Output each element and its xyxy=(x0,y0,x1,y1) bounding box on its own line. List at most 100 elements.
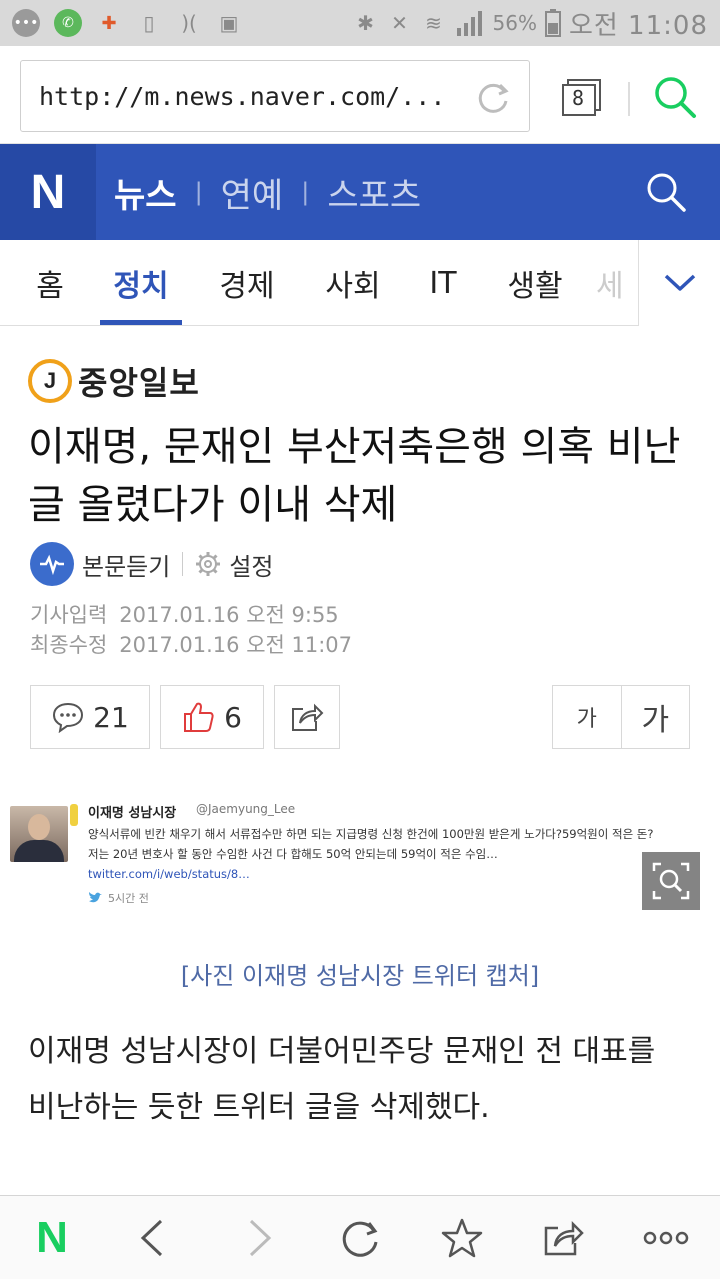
app-notification-icon: ✆ xyxy=(54,9,82,37)
tweet-text: 양식서류에 빈칸 채우기 해서 서류접수만 하면 되는 지급명령 신청 한건에 … xyxy=(88,824,660,884)
tweet-handle: @Jaemyung_Lee xyxy=(196,802,296,816)
settings-button[interactable]: 설정 xyxy=(229,547,273,582)
modified-date: 최종수정 2017.01.16 오전 11:07 xyxy=(30,630,352,660)
browser-toolbar: http://m.news.naver.com/... 8 xyxy=(0,46,720,144)
comment-button[interactable]: 21 xyxy=(30,685,150,749)
press-logo[interactable]: J 중앙일보 xyxy=(28,358,200,404)
chevron-left-icon xyxy=(140,1219,163,1257)
twitter-bird-icon xyxy=(89,892,102,903)
published-label: 기사입력 xyxy=(30,603,108,627)
gear-icon[interactable] xyxy=(195,551,221,577)
bluetooth-icon: ✱ xyxy=(357,11,374,35)
service-divider: | xyxy=(301,178,310,206)
status-bar: ••• ✆ ✚ ▯ )( ▣ ✱ ✕ ≋ 56% 오전 11:08 xyxy=(0,0,720,46)
tweet-avatar xyxy=(10,806,68,862)
bookmark-button[interactable] xyxy=(438,1214,486,1262)
service-entertainment[interactable]: 연예 xyxy=(221,168,284,217)
signal-icon xyxy=(456,11,482,36)
tools-divider xyxy=(182,552,184,576)
tab-politics[interactable]: 정치 xyxy=(100,240,182,326)
toolbar-divider xyxy=(628,82,630,116)
tweet-author: 이재명 성남시장 xyxy=(88,806,177,821)
article-dates: 기사입력 2017.01.16 오전 9:55 최종수정 2017.01.16 오전… xyxy=(30,600,352,660)
image-zoom-button[interactable] xyxy=(642,852,700,910)
refresh-icon xyxy=(342,1221,378,1257)
chevron-right-icon xyxy=(249,1219,272,1257)
thumbs-up-icon xyxy=(184,702,214,732)
font-smaller-button[interactable]: 가 xyxy=(553,686,622,748)
naver-home-button[interactable]: N xyxy=(28,1213,76,1262)
nfc-icon: )( xyxy=(181,11,197,35)
like-button[interactable]: 6 xyxy=(160,685,264,749)
tweet-text-body: 양식서류에 빈칸 채우기 해서 서류접수만 하면 되는 지급명령 신청 한건에 … xyxy=(88,827,654,861)
service-news[interactable]: 뉴스 xyxy=(114,168,177,217)
naver-header: N 뉴스 | 연예 | 스포츠 xyxy=(0,144,720,240)
service-divider: | xyxy=(194,178,203,206)
article-body-paragraph: 이재명 성남시장이 더불어민주당 문재인 전 대표를 비난하는 듯한 트위터 글… xyxy=(28,1034,656,1125)
comment-icon xyxy=(53,702,84,733)
font-larger-button[interactable]: 가 xyxy=(622,686,690,748)
modified-value: 2017.01.16 오전 11:07 xyxy=(119,633,353,657)
back-button[interactable] xyxy=(128,1214,176,1262)
listen-button[interactable]: 본문듣기 xyxy=(82,547,170,582)
article-actions: 21 6 가 가 xyxy=(30,685,690,749)
url-text[interactable]: http://m.news.naver.com/... xyxy=(39,82,459,111)
tab-it[interactable]: IT xyxy=(412,240,474,326)
article-tools: 본문듣기 설정 xyxy=(30,540,274,588)
star-icon xyxy=(441,1218,483,1258)
published-value: 2017.01.16 오전 9:55 xyxy=(119,603,339,627)
share-page-icon xyxy=(544,1220,584,1256)
tweet-time-row: 5시간 전 xyxy=(88,890,149,906)
tweet-time: 5시간 전 xyxy=(108,892,149,905)
message-notification-icon: ••• xyxy=(12,9,40,37)
published-date: 기사입력 2017.01.16 오전 9:55 xyxy=(30,600,352,630)
tab-society[interactable]: 사회 xyxy=(312,240,394,326)
sim-icon: ▯ xyxy=(143,11,155,35)
share-page-button[interactable] xyxy=(540,1214,588,1262)
tab-world-partial[interactable]: 세 xyxy=(596,240,638,326)
more-categories-button[interactable] xyxy=(638,240,720,326)
game-notification-icon: ✚ xyxy=(101,12,117,34)
press-badge: J xyxy=(28,359,72,403)
article-headline: 이재명, 문재인 부산저축은행 의혹 비난글 올렸다가 이내 삭제 xyxy=(28,424,681,528)
comment-count: 21 xyxy=(93,700,129,734)
like-count: 6 xyxy=(224,700,242,734)
service-sports[interactable]: 스포츠 xyxy=(327,168,421,217)
tweet-link: twitter.com/i/web/status/8… xyxy=(88,867,250,881)
header-search-icon[interactable] xyxy=(644,170,688,214)
browser-bottom-bar: N xyxy=(0,1195,720,1279)
forward-button[interactable] xyxy=(236,1214,284,1262)
naver-logo-button[interactable]: N xyxy=(0,144,96,240)
zoom-icon xyxy=(652,862,690,900)
tabs-button[interactable]: 8 xyxy=(560,78,604,118)
category-tabs: 홈 정치 경제 사회 IT 생활 세 xyxy=(0,240,720,326)
share-button[interactable] xyxy=(274,685,340,749)
article-image-tweet[interactable]: 이재명 성남시장 @Jaemyung_Lee 양식서류에 빈칸 채우기 해서 서… xyxy=(0,796,720,926)
active-tab-indicator xyxy=(100,320,182,325)
tab-count: 8 xyxy=(572,86,585,110)
wifi-icon: ≋ xyxy=(425,11,442,35)
reload-icon[interactable] xyxy=(473,77,513,117)
service-nav: 뉴스 | 연예 | 스포츠 xyxy=(114,144,421,240)
press-name: 중앙일보 xyxy=(78,364,200,402)
battery-icon xyxy=(544,9,561,37)
chevron-down-icon xyxy=(664,274,695,291)
tab-life[interactable]: 생활 xyxy=(494,240,576,326)
image-icon: ▣ xyxy=(219,11,239,35)
share-icon xyxy=(292,703,324,731)
font-size-controls: 가 가 xyxy=(552,685,690,749)
image-caption: [사진 이재명 성남시장 트위터 캡처] xyxy=(180,962,540,990)
listen-icon[interactable] xyxy=(30,542,74,586)
tab-home[interactable]: 홈 xyxy=(22,240,78,326)
naver-home-icon: N xyxy=(36,1213,68,1262)
refresh-button[interactable] xyxy=(336,1214,384,1262)
battery-percent: 56% xyxy=(492,11,537,35)
naver-logo: N xyxy=(30,165,66,219)
tab-economy[interactable]: 경제 xyxy=(206,240,288,326)
mute-icon: ✕ xyxy=(391,11,408,35)
address-bar[interactable]: http://m.news.naver.com/... xyxy=(20,60,530,132)
more-menu-button[interactable] xyxy=(642,1214,690,1262)
browser-search-icon[interactable] xyxy=(652,74,698,120)
clock: 오전 11:08 xyxy=(568,10,708,41)
yellow-ribbon-icon xyxy=(70,804,78,826)
